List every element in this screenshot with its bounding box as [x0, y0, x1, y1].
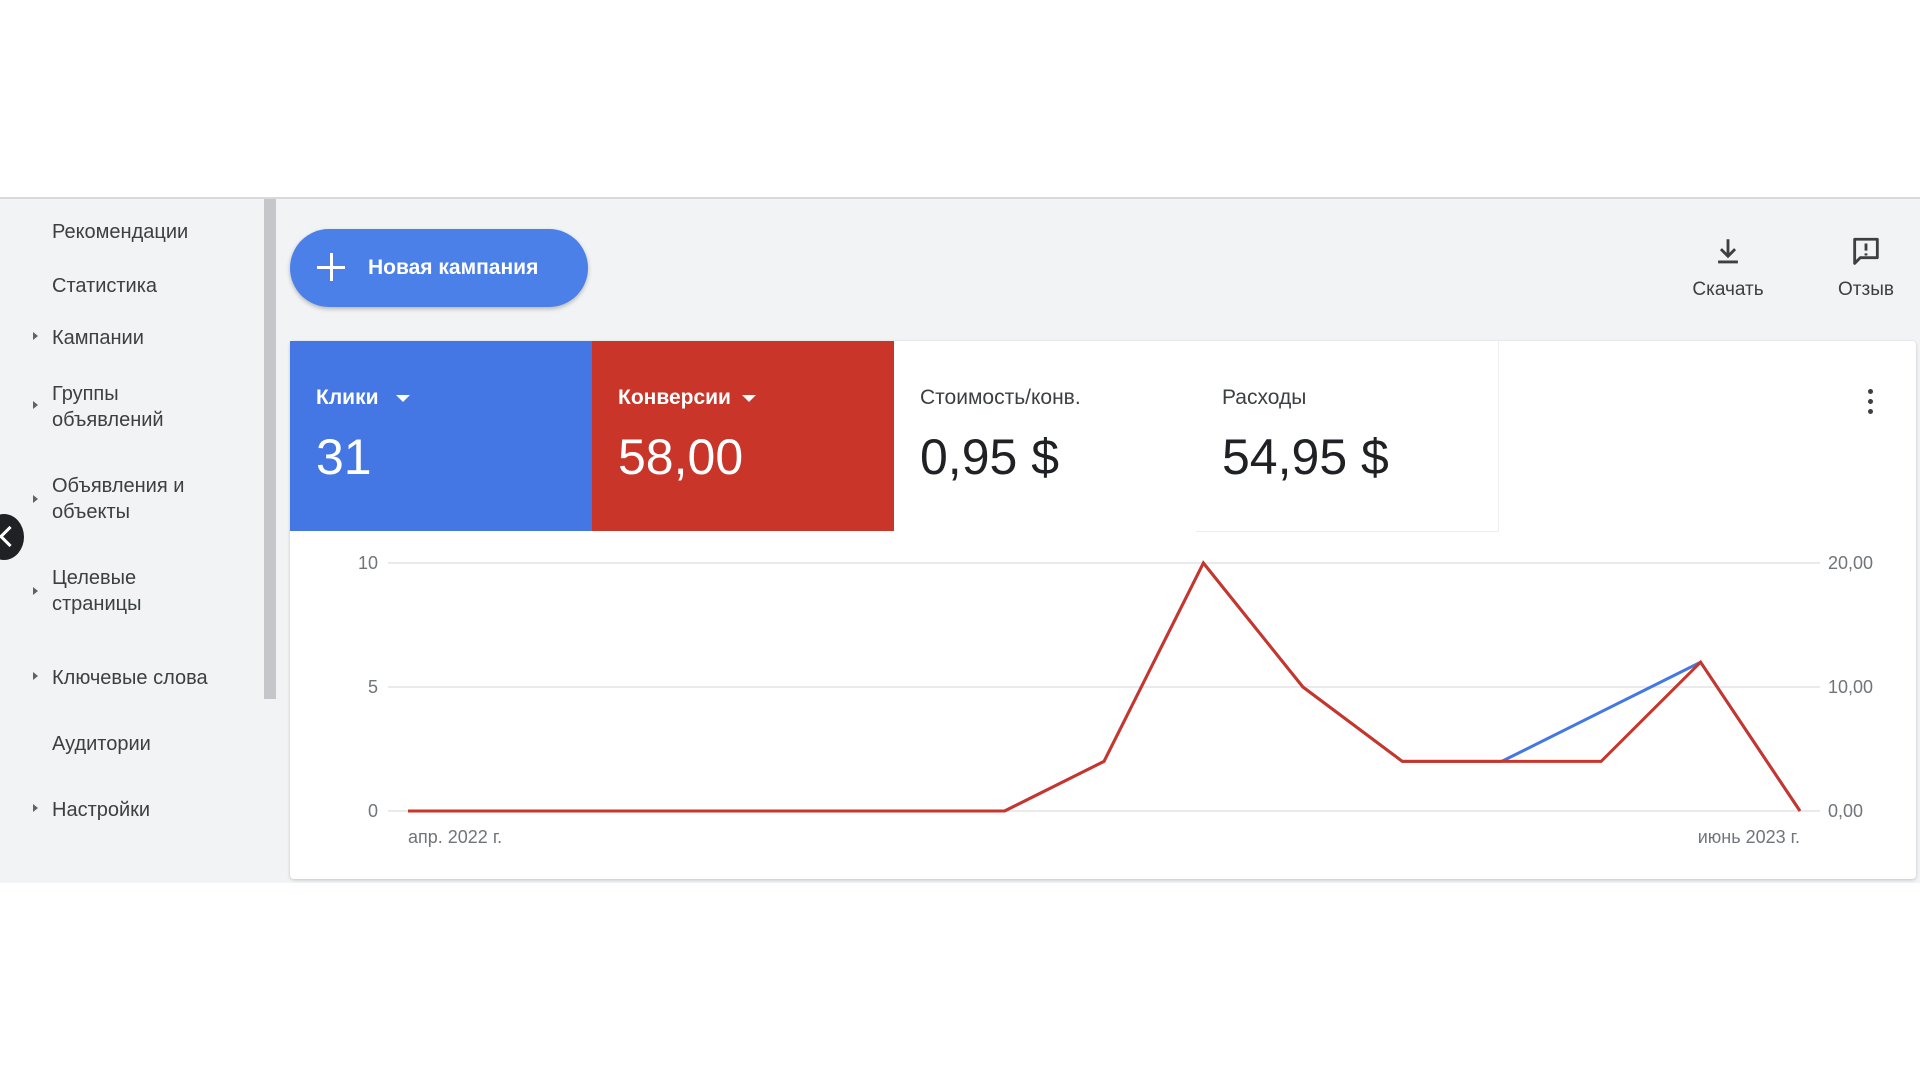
y-tick-label-right: 20,00 — [1828, 553, 1873, 573]
expand-caret-icon — [33, 401, 38, 409]
metric-tile-spend[interactable]: Расходы 54,95 $ — [1196, 341, 1499, 532]
metric-value: 54,95 $ — [1222, 429, 1389, 485]
y-tick-label-right: 10,00 — [1828, 677, 1873, 697]
x-tick-label-start: апр. 2022 г. — [408, 827, 502, 847]
expand-caret-icon — [33, 495, 38, 503]
dropdown-arrow-icon — [742, 395, 756, 402]
performance-card: Клики 31 Конверсии 58,00 Стоимость/конв.… — [290, 341, 1916, 879]
more-vert-icon — [1868, 389, 1873, 394]
sidebar-item-ad-groups[interactable]: Группы объявлений — [0, 377, 262, 437]
sidebar-item-label: Кампании — [52, 327, 144, 349]
download-icon — [1718, 239, 1738, 264]
expand-caret-icon — [33, 672, 38, 680]
metric-tile-cost-per-conversion[interactable]: Стоимость/конв. 0,95 $ — [894, 341, 1197, 531]
sidebar-item-label: Статистика — [52, 275, 158, 297]
sidebar-item-recommendations[interactable]: Рекомендации — [0, 211, 262, 253]
new-campaign-button[interactable]: Новая кампания — [290, 229, 588, 307]
y-tick-label-left: 10 — [358, 553, 378, 573]
download-button[interactable]: Скачать — [1676, 235, 1780, 305]
metric-title: Клики — [316, 386, 379, 409]
sidebar-item-landing-pages[interactable]: Целевые страницы — [0, 561, 262, 621]
expand-caret-icon — [33, 804, 38, 812]
expand-caret-icon — [33, 587, 38, 595]
sidebar-item-keywords[interactable]: Ключевые слова — [0, 655, 262, 699]
download-label: Скачать — [1692, 279, 1764, 300]
ads-dashboard: Рекомендации Статистика Кампании Группы … — [0, 197, 1920, 883]
metric-value: 58,00 — [618, 429, 744, 485]
metric-title: Стоимость/конв. — [920, 386, 1081, 409]
metric-tile-clicks[interactable]: Клики 31 — [290, 341, 592, 531]
sidebar-nav: Рекомендации Статистика Кампании Группы … — [0, 199, 262, 883]
feedback-icon — [1853, 237, 1879, 265]
sidebar-item-settings[interactable]: Настройки — [0, 787, 262, 831]
sidebar-item-label: Рекомендации — [52, 221, 189, 243]
chevron-left-icon — [0, 525, 21, 548]
metric-title: Конверсии — [618, 386, 731, 409]
metric-value: 0,95 $ — [920, 429, 1060, 485]
sidebar-item-campaigns[interactable]: Кампании — [0, 315, 262, 359]
metric-title: Расходы — [1222, 386, 1307, 409]
sidebar-scrollbar[interactable] — [264, 199, 276, 699]
performance-chart: 0 5 10 0,00 10,00 20,00 апр. 2022 г. июнь 2023 … — [358, 553, 1873, 847]
y-tick-label-left: 5 — [368, 677, 378, 697]
sidebar-item-ads-assets[interactable]: Объявления и объекты — [0, 469, 262, 529]
sidebar-item-statistics[interactable]: Статистика — [0, 263, 262, 305]
metric-tile-conversions[interactable]: Конверсии 58,00 — [592, 341, 894, 531]
sidebar-item-audiences[interactable]: Аудитории — [0, 721, 262, 765]
sidebar-item-label: Настройки — [52, 799, 151, 821]
sidebar-item-label: Объявления и объекты — [52, 475, 185, 523]
new-campaign-label: Новая кампания — [368, 256, 539, 279]
sidebar-item-label: Аудитории — [52, 733, 151, 755]
sidebar-item-label: Ключевые слова — [52, 667, 208, 689]
y-tick-label-right: 0,00 — [1828, 801, 1863, 821]
x-tick-label-end: июнь 2023 г. — [1698, 827, 1800, 847]
more-options-button[interactable] — [1860, 387, 1880, 417]
dropdown-arrow-icon — [396, 395, 410, 402]
expand-caret-icon — [33, 332, 38, 340]
sidebar-item-label: Целевые страницы — [52, 567, 142, 615]
feedback-label: Отзыв — [1838, 279, 1894, 300]
y-tick-label-left: 0 — [368, 801, 378, 821]
metric-value: 31 — [316, 429, 372, 485]
feedback-button[interactable]: Отзыв — [1818, 235, 1914, 305]
sidebar-item-label: Группы объявлений — [52, 383, 164, 431]
